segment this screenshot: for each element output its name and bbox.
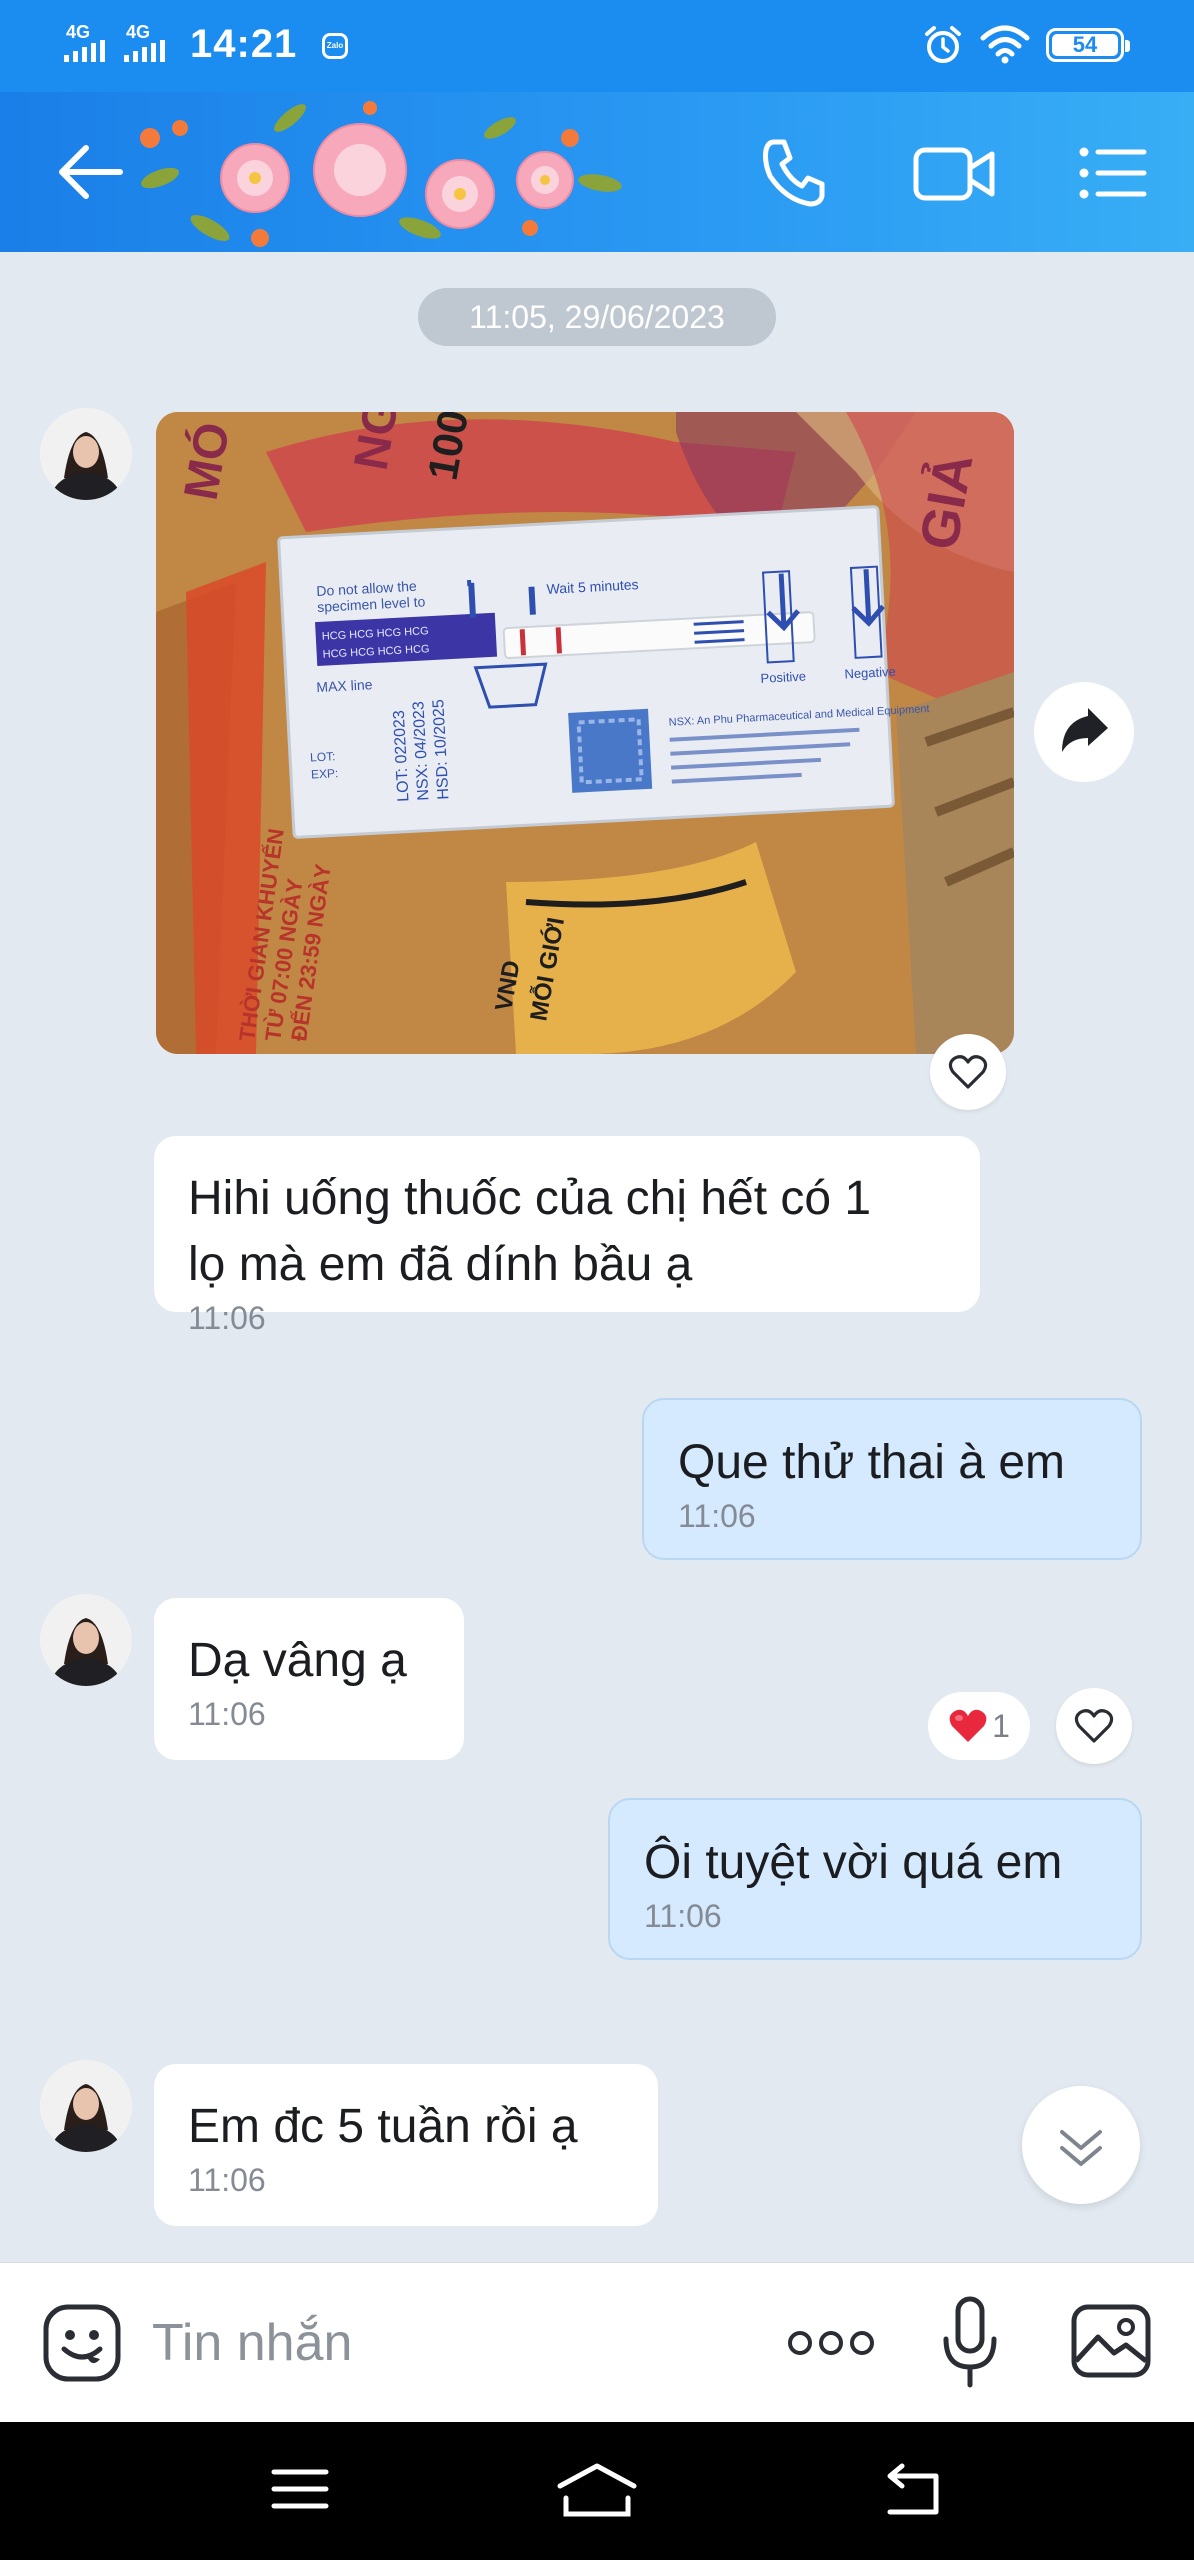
message-time: 11:06 (188, 2162, 266, 2198)
message-bubble-incoming[interactable]: Hihi uống thuốc của chị hết có 1 lọ mà e… (154, 1136, 980, 1336)
clock: 14:21 (190, 22, 298, 66)
recents-icon[interactable] (270, 2466, 330, 2512)
pouch-positive: Positive (760, 668, 806, 685)
heart-outline-icon (1074, 1709, 1114, 1743)
more-options-icon[interactable] (786, 2323, 876, 2363)
pouch-max-line: MAX line (316, 676, 373, 695)
contact-avatar[interactable] (40, 1594, 132, 1686)
message-input[interactable] (152, 2309, 752, 2377)
message-text: Hihi uống thuốc của chị hết có 1 lọ mà e… (188, 1172, 872, 1291)
heart-reaction-badge[interactable]: 1 (928, 1692, 1030, 1760)
microphone-icon[interactable] (942, 2295, 998, 2389)
message-bubble-incoming[interactable]: Dạ vâng ạ 11:06 (154, 1598, 464, 1760)
system-navigation-bar (0, 2422, 1194, 2560)
heart-filled-icon (949, 1709, 987, 1742)
contact-avatar[interactable] (40, 408, 132, 500)
forward-share-button[interactable] (1034, 682, 1134, 782)
pouch-lot-label: LOT: (310, 749, 336, 764)
home-icon[interactable] (556, 2462, 638, 2518)
react-heart-button[interactable] (1056, 1688, 1132, 1764)
message-bubble-outgoing[interactable]: Ôi tuyệt vời quá em 11:06 (608, 1798, 1142, 1960)
scroll-to-bottom-button[interactable] (1022, 2086, 1140, 2204)
message-input-bar (0, 2262, 1194, 2422)
react-heart-button[interactable] (930, 1034, 1006, 1110)
chat-header (0, 92, 1194, 252)
back-arrow-icon[interactable] (56, 140, 126, 204)
message-time: 11:06 (188, 1300, 266, 1336)
pouch-negative: Negative (844, 664, 896, 682)
options-menu-icon[interactable] (1078, 144, 1148, 202)
message-time: 11:06 (644, 1898, 722, 1934)
date-separator: 11:05, 29/06/2023 (418, 288, 776, 346)
double-chevron-down-icon (1060, 2130, 1102, 2166)
message-time: 11:06 (188, 1696, 266, 1732)
chat-area[interactable]: 11:05, 29/06/2023 VND MỖI GIỚI THỜI GIAN… (0, 252, 1194, 2262)
back-icon[interactable] (880, 2462, 940, 2516)
message-text: Que thử thai à em (678, 1436, 1065, 1489)
flower-banner-decoration (140, 101, 622, 247)
share-arrow-icon (1062, 708, 1108, 752)
video-call-icon[interactable] (912, 144, 996, 204)
status-bar: 4G 4G 14:21 Zalo 54 (0, 0, 1194, 92)
message-bubble-outgoing[interactable]: Que thử thai à em 11:06 (642, 1398, 1142, 1560)
wifi-icon (980, 25, 1030, 64)
battery-icon: 54 (1046, 28, 1130, 62)
image-message[interactable]: VND MỖI GIỚI THỜI GIAN KHUYẾN TỪ 07:00 N… (156, 412, 1014, 1054)
battery-level: 54 (1072, 32, 1098, 57)
zalo-notification-icon: Zalo (322, 33, 348, 59)
message-text: Em đc 5 tuần rồi ạ (188, 2100, 578, 2153)
voice-call-icon[interactable] (760, 136, 828, 208)
message-bubble-incoming[interactable]: Em đc 5 tuần rồi ạ 11:06 (154, 2064, 658, 2226)
pouch-exp-label: EXP: (311, 766, 339, 781)
heart-outline-icon (948, 1055, 988, 1089)
signal-bars-1-icon (64, 40, 105, 62)
emoji-icon[interactable] (42, 2303, 122, 2383)
contact-avatar[interactable] (40, 2060, 132, 2152)
message-time: 11:06 (678, 1498, 756, 1534)
signal-bars-2-icon (124, 40, 165, 62)
gallery-icon[interactable] (1070, 2303, 1152, 2379)
message-text: Dạ vâng ạ (188, 1634, 407, 1687)
alarm-icon (925, 26, 961, 63)
reaction-count: 1 (992, 1707, 1010, 1744)
message-text: Ôi tuyệt vời quá em (644, 1836, 1063, 1889)
